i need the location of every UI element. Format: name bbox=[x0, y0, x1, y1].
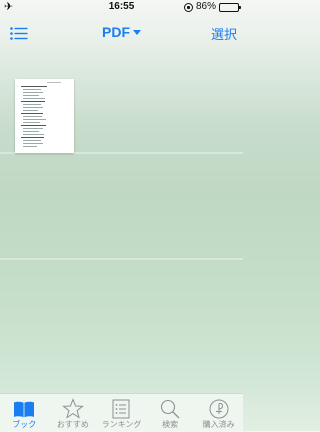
tab-label: 検索 bbox=[162, 420, 179, 429]
collection-selector[interactable]: PDF bbox=[0, 24, 243, 40]
navigation-bar: PDF 選択 bbox=[0, 14, 243, 50]
status-right: 86% bbox=[183, 1, 241, 13]
search-icon bbox=[161, 399, 180, 419]
purchased-icon bbox=[209, 399, 229, 419]
tab-label: 購入済み bbox=[202, 420, 235, 429]
tab-book[interactable]: ブック bbox=[0, 394, 49, 432]
select-button[interactable]: 選択 bbox=[211, 24, 237, 43]
caret-down-icon bbox=[133, 30, 141, 35]
collection-title: PDF bbox=[102, 24, 130, 40]
tab-label: ランキング bbox=[101, 420, 142, 429]
tab-label: おすすめ bbox=[56, 420, 89, 429]
tab-purchased[interactable]: 購入済み bbox=[194, 394, 243, 432]
tab-recommended[interactable]: おすすめ bbox=[49, 394, 98, 432]
book-icon bbox=[14, 401, 35, 418]
rotation-lock-icon bbox=[183, 2, 193, 12]
battery-icon bbox=[219, 2, 241, 12]
tab-search[interactable]: 検索 bbox=[146, 394, 195, 432]
tab-bar: ブック おすすめ ランキング 検索 購入済み bbox=[0, 393, 243, 432]
battery-percent: 86% bbox=[195, 1, 216, 12]
star-icon bbox=[62, 398, 84, 419]
book-thumbnail[interactable] bbox=[15, 79, 74, 153]
tab-label: ブック bbox=[12, 420, 37, 429]
list-icon bbox=[112, 399, 130, 419]
status-bar: ✈ 16:55 86% bbox=[0, 0, 243, 14]
tab-ranking[interactable]: ランキング bbox=[97, 394, 146, 432]
shelf-divider bbox=[0, 258, 243, 260]
